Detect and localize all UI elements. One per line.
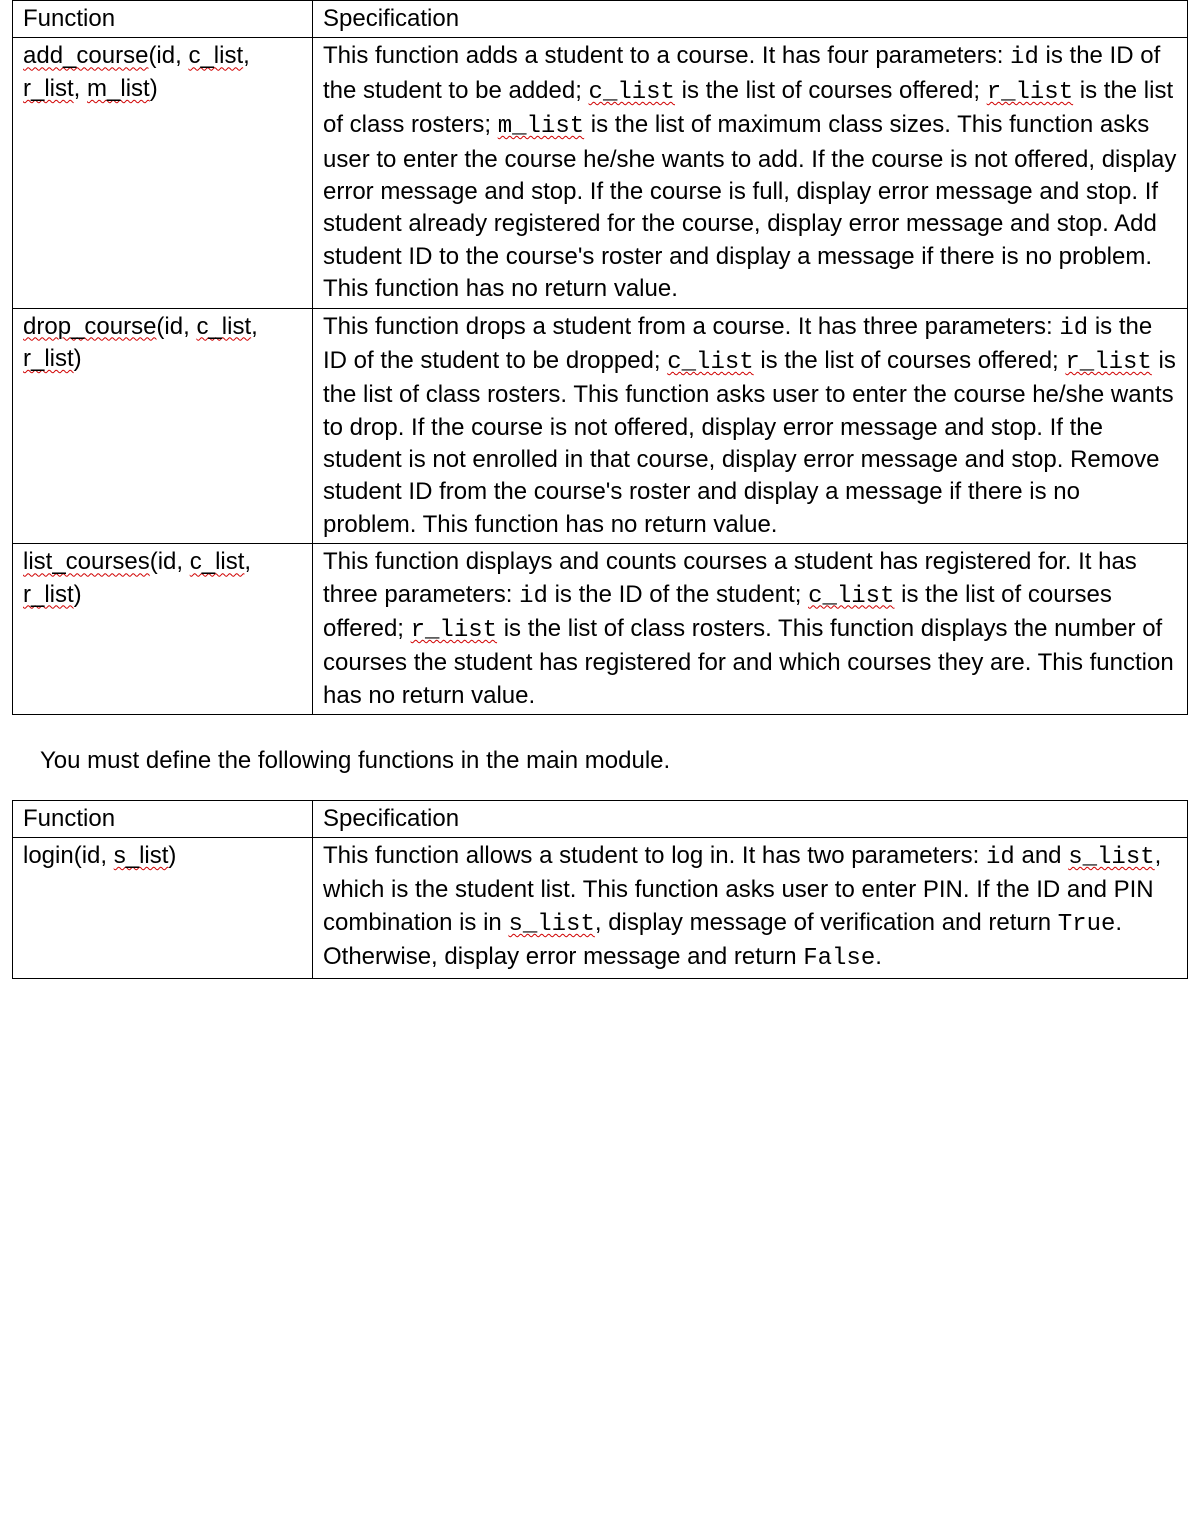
intertext-paragraph: You must define the following functions … <box>40 745 1188 777</box>
param: c_list <box>190 548 245 575</box>
table-header-row: Function Specification <box>13 1 1188 38</box>
param: c_list <box>196 313 251 340</box>
fn-name: add_course <box>23 42 148 69</box>
specification-cell: This function allows a student to log in… <box>313 837 1188 978</box>
header-specification: Specification <box>313 1 1188 38</box>
table-row: login(id, s_list) This function allows a… <box>13 837 1188 978</box>
function-signature-cell: list_courses(id, c_list, r_list) <box>13 544 313 715</box>
header-function: Function <box>13 800 313 837</box>
code-token: id <box>1010 44 1039 71</box>
code-token: r_list <box>987 79 1073 106</box>
code-token: id <box>1059 315 1088 342</box>
code-token: r_list <box>411 617 497 644</box>
sig-text: (id, <box>148 42 188 69</box>
sig-text: (id, <box>150 548 190 575</box>
table-row: list_courses(id, c_list, r_list) This fu… <box>13 544 1188 715</box>
sig-text: (id, <box>156 313 196 340</box>
param: r_list <box>23 345 74 372</box>
code-token: True <box>1058 911 1116 938</box>
table-header-row: Function Specification <box>13 800 1188 837</box>
fn-name: drop_course <box>23 313 156 340</box>
code-token: id <box>986 844 1015 871</box>
sig-text: ) <box>150 75 158 102</box>
code-token: c_list <box>589 79 675 106</box>
sig-text: ) <box>74 581 82 608</box>
param: s_list <box>114 842 169 869</box>
spec-text: is the list of maximum class sizes. This… <box>323 111 1176 302</box>
function-signature-cell: login(id, s_list) <box>13 837 313 978</box>
spec-text: This function adds a student to a course… <box>323 42 1010 69</box>
function-spec-table-2: Function Specification login(id, s_list)… <box>12 800 1188 979</box>
code-token: False <box>803 945 875 972</box>
header-function: Function <box>13 1 313 38</box>
fn-name: list_courses <box>23 548 150 575</box>
param: c_list <box>188 42 243 69</box>
sig-text: , <box>251 313 258 340</box>
sig-text: login(id, <box>23 842 114 869</box>
spec-text: is the list of courses offered; <box>754 347 1066 374</box>
code-token: id <box>519 583 548 610</box>
function-spec-table-1: Function Specification add_course(id, c_… <box>12 0 1188 715</box>
param: r_list <box>23 581 74 608</box>
param: m_list <box>87 75 150 102</box>
sig-text: ) <box>168 842 176 869</box>
param: r_list <box>23 75 74 102</box>
document-page: Function Specification add_course(id, c_… <box>0 0 1200 1009</box>
table-row: drop_course(id, c_list, r_list) This fun… <box>13 308 1188 544</box>
sig-text: , <box>243 42 250 69</box>
sig-text: ) <box>74 345 82 372</box>
specification-cell: This function adds a student to a course… <box>313 38 1188 308</box>
code-token: c_list <box>808 583 894 610</box>
table-row: add_course(id, c_list, r_list, m_list) T… <box>13 38 1188 308</box>
sig-text: , <box>74 75 87 102</box>
spec-text: This function drops a student from a cou… <box>323 313 1059 340</box>
spec-text: and <box>1015 842 1068 869</box>
header-specification: Specification <box>313 800 1188 837</box>
sig-text: , <box>244 548 251 575</box>
spec-text: , display message of verification and re… <box>595 909 1058 936</box>
spec-text: is the ID of the student; <box>548 581 808 608</box>
code-token: s_list <box>1068 844 1154 871</box>
code-token: r_list <box>1065 349 1151 376</box>
code-token: m_list <box>498 113 584 140</box>
code-token: s_list <box>508 911 594 938</box>
spec-text: . <box>875 943 882 970</box>
function-signature-cell: add_course(id, c_list, r_list, m_list) <box>13 38 313 308</box>
function-signature-cell: drop_course(id, c_list, r_list) <box>13 308 313 544</box>
specification-cell: This function drops a student from a cou… <box>313 308 1188 544</box>
specification-cell: This function displays and counts course… <box>313 544 1188 715</box>
spec-text: is the list of courses offered; <box>675 77 987 104</box>
code-token: c_list <box>667 349 753 376</box>
spec-text: This function allows a student to log in… <box>323 842 986 869</box>
